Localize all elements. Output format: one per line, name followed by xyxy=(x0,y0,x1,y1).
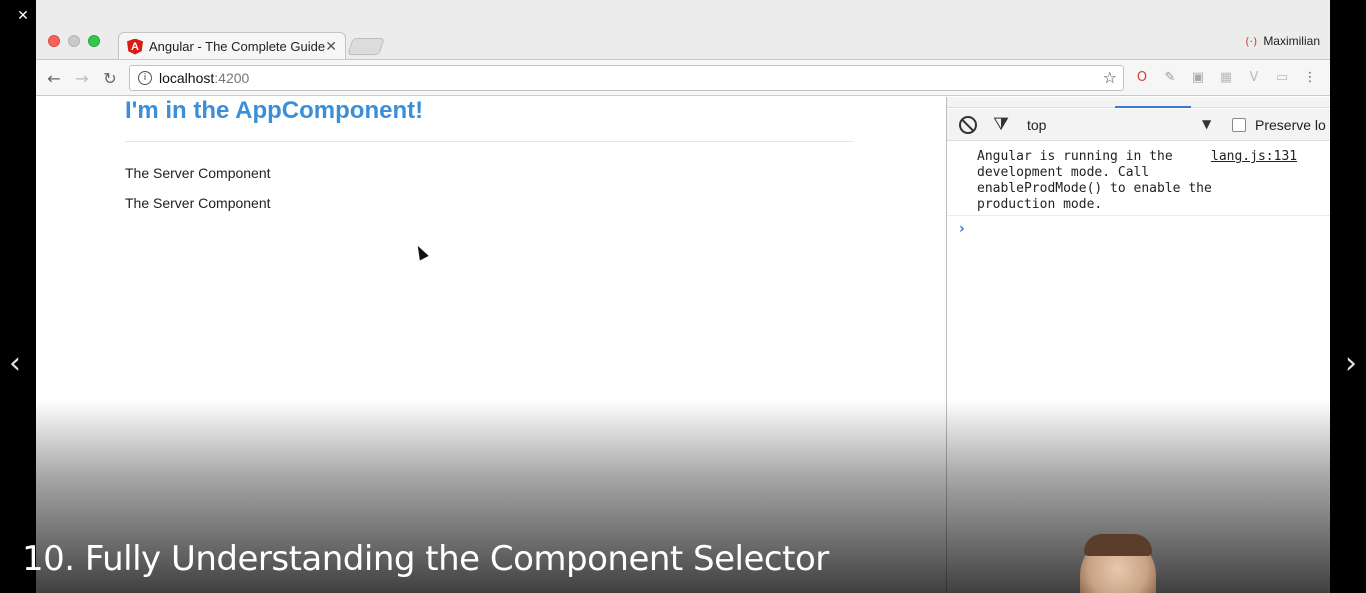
browser-maximize-button[interactable] xyxy=(88,35,100,47)
eyedropper-icon[interactable]: ✎ xyxy=(1161,68,1179,86)
cast-icon[interactable]: ▭ xyxy=(1273,68,1291,86)
address-bar[interactable]: i localhost :4200 ☆ xyxy=(129,65,1124,91)
browser-minimize-button[interactable] xyxy=(68,35,80,47)
console-message: Angular is running in the development mo… xyxy=(947,149,1330,216)
mouse-cursor-icon xyxy=(413,243,429,261)
preserve-log-label: Preserve lo xyxy=(1255,117,1326,133)
console-prompt-icon[interactable]: › xyxy=(959,221,965,237)
menu-icon[interactable]: ⋮ xyxy=(1301,68,1319,86)
profile-name: Maximilian xyxy=(1263,34,1320,48)
tab-console-indicator xyxy=(1115,106,1191,108)
tab-title: Angular - The Complete Guide xyxy=(149,39,326,54)
forward-button[interactable]: → xyxy=(70,66,94,90)
server-component-text: The Server Component xyxy=(125,165,271,181)
browser-close-button[interactable] xyxy=(48,35,60,47)
opera-icon[interactable]: O xyxy=(1133,68,1151,86)
url-port: :4200 xyxy=(214,70,250,86)
vue-icon[interactable]: V xyxy=(1245,68,1263,86)
jsonview-icon[interactable]: ▣ xyxy=(1189,68,1207,86)
console-source-link[interactable]: lang.js:131 xyxy=(1211,149,1297,165)
devtools-tab-strip xyxy=(947,97,1330,108)
profile-button[interactable]: (·) Maximilian xyxy=(1245,34,1320,48)
console-toolbar: ⧩ top ▼ Preserve lo xyxy=(947,109,1330,141)
browser-toolbar: ← → ↻ i localhost :4200 ☆ O ✎ ▣ ▦ V ▭ ⋮ xyxy=(36,59,1330,96)
grid-icon[interactable]: ▦ xyxy=(1217,68,1235,86)
profile-icon: (·) xyxy=(1245,34,1258,48)
server-component-text: The Server Component xyxy=(125,195,271,211)
previous-lesson-button[interactable]: ‹ xyxy=(3,346,27,382)
chevron-down-icon[interactable]: ▼ xyxy=(1202,117,1211,131)
horizontal-rule xyxy=(125,141,854,142)
context-selector[interactable]: top xyxy=(1027,117,1046,133)
back-button[interactable]: ← xyxy=(42,66,66,90)
filter-icon[interactable]: ⧩ xyxy=(993,114,1009,135)
reload-button[interactable]: ↻ xyxy=(98,66,122,90)
tab-angular-guide[interactable]: A Angular - The Complete Guide ✕ xyxy=(118,32,346,60)
close-tab-icon[interactable]: ✕ xyxy=(325,39,337,55)
console-message-text: Angular is running in the development mo… xyxy=(977,149,1212,212)
url-host: localhost xyxy=(159,70,215,86)
page-heading: I'm in the AppComponent! xyxy=(125,97,424,124)
clear-console-icon[interactable] xyxy=(959,116,977,134)
next-lesson-button[interactable]: › xyxy=(1339,346,1363,382)
preserve-log-checkbox[interactable] xyxy=(1232,118,1246,132)
lesson-title: 10. Fully Understanding the Component Se… xyxy=(22,539,829,579)
site-info-icon[interactable]: i xyxy=(138,71,152,85)
angular-icon: A xyxy=(127,38,143,55)
new-tab-button[interactable] xyxy=(347,38,385,55)
instructor-hair xyxy=(1084,534,1152,556)
bookmark-star-icon[interactable]: ☆ xyxy=(1103,68,1117,87)
